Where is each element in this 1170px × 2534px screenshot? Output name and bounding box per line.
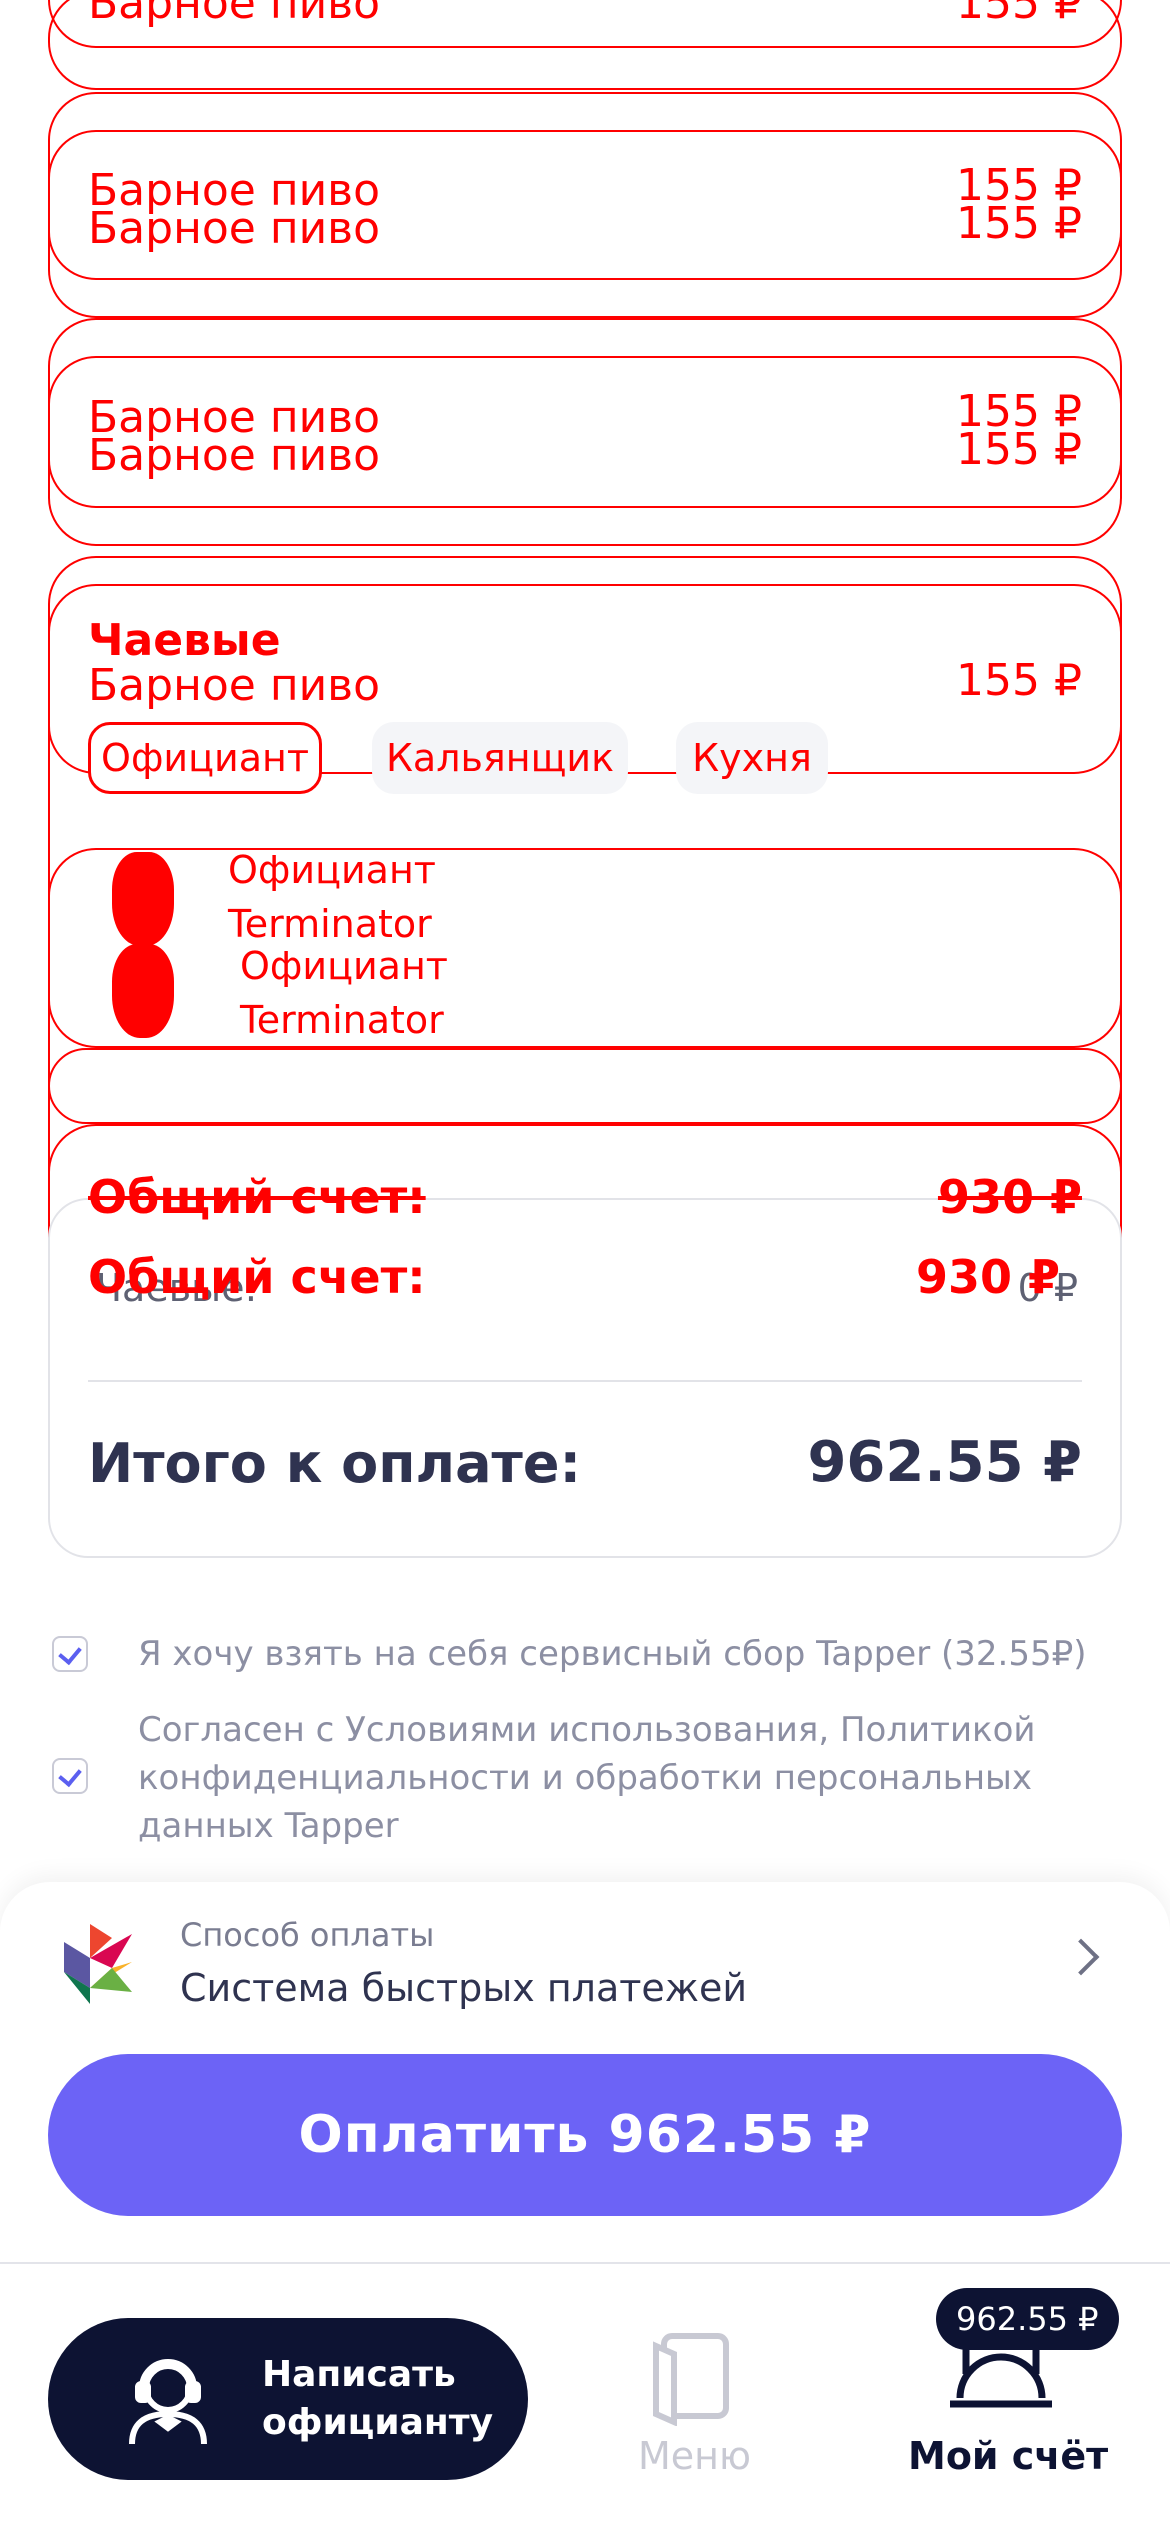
- item-name: Барное пиво: [88, 203, 381, 254]
- to-pay-value: 962.55 ₽: [807, 1430, 1082, 1495]
- tips-card-outline: [48, 1048, 1122, 1124]
- item-price: 155 ₽: [956, 655, 1082, 706]
- staff-role: Официант: [240, 944, 448, 988]
- staff-name: Terminator: [240, 998, 444, 1042]
- staff-card[interactable]: [48, 848, 1122, 1048]
- summary-divider: [88, 1380, 1082, 1382]
- tab-waiter[interactable]: Официант: [88, 722, 322, 794]
- item-card-outline: [48, 0, 1122, 90]
- waiter-icon: [120, 2352, 216, 2448]
- terms-text[interactable]: Согласен с Условиями использования, Поли…: [138, 1706, 1128, 1850]
- payment-method-label: Способ оплаты: [180, 1916, 435, 1954]
- service-fee-text: Я хочу взять на себя сервисный сбор Tapp…: [138, 1634, 1087, 1674]
- menu-book-icon: [650, 2332, 732, 2427]
- terms-checkbox[interactable]: [52, 1758, 88, 1794]
- my-bill-label: Мой счёт: [908, 2434, 1109, 2478]
- chat-label-line2: официанту: [262, 2402, 494, 2443]
- total-value: 930 ₽: [937, 1170, 1082, 1224]
- service-fee-checkbox[interactable]: [52, 1636, 88, 1672]
- item-price: 155 ₽: [956, 198, 1082, 249]
- sbp-logo-icon: [60, 1922, 134, 2004]
- payment-method-value: Система быстрых платежей: [180, 1966, 748, 2010]
- tips-title: Чаевые: [88, 615, 281, 666]
- bill-badge: 962.55 ₽: [936, 2288, 1119, 2350]
- tab-kitchen[interactable]: Кухня: [676, 722, 828, 794]
- total-label: Общий счет:: [88, 1250, 426, 1304]
- chat-label-line1: Написать: [262, 2354, 456, 2395]
- to-pay-label: Итого к оплате:: [88, 1432, 582, 1495]
- total-value: 930 ₽: [915, 1250, 1060, 1304]
- item-name: Барное пиво: [88, 660, 381, 711]
- tab-hookah[interactable]: Кальянщик: [372, 722, 628, 794]
- menu-label: Меню: [638, 2434, 751, 2478]
- nav-menu[interactable]: Меню: [620, 2320, 770, 2490]
- avatar: [112, 852, 174, 946]
- pay-button[interactable]: Оплатить 962.55 ₽: [48, 2054, 1122, 2216]
- nav-my-bill[interactable]: 962.55 ₽ Мой счёт: [890, 2284, 1120, 2494]
- item-price: 155 ₽: [956, 424, 1082, 475]
- staff-role: Официант: [228, 848, 436, 892]
- total-label: Общий счет:: [88, 1170, 426, 1224]
- staff-name: Terminator: [228, 902, 432, 946]
- chat-waiter-button[interactable]: Написать официанту: [48, 2318, 528, 2480]
- avatar: [112, 944, 174, 1038]
- item-name: Барное пиво: [88, 430, 381, 481]
